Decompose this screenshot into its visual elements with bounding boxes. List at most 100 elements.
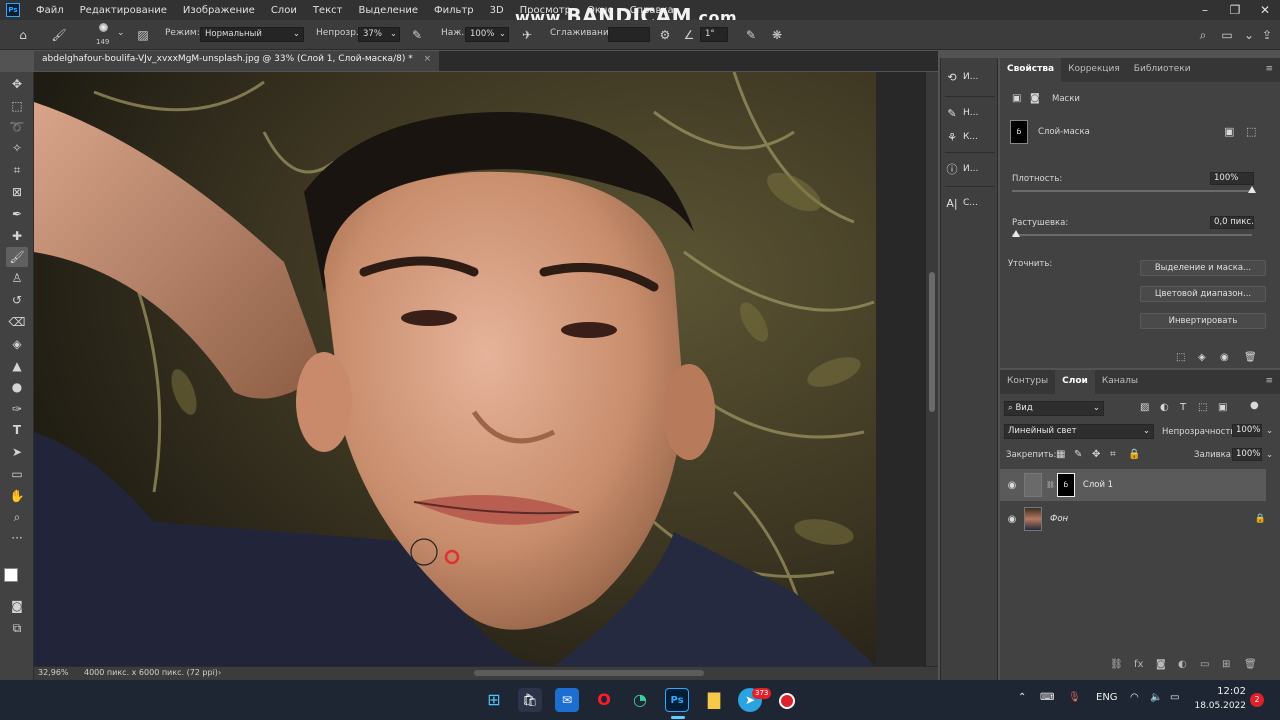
- rectangle-tool-icon[interactable]: ▭: [6, 464, 28, 484]
- layer-mask-thumbnail[interactable]: ɓ: [1056, 473, 1075, 497]
- brush-tool-icon[interactable]: 🖌: [50, 26, 68, 44]
- density-field[interactable]: 100%: [1210, 172, 1254, 185]
- angle-field[interactable]: 1°: [700, 27, 728, 42]
- vector-mask-icon[interactable]: ◙: [1030, 93, 1040, 104]
- density-slider[interactable]: [1012, 186, 1256, 193]
- menu-edit[interactable]: Редактирование: [72, 5, 175, 16]
- brush-settings-toggle-icon[interactable]: ▨: [134, 26, 152, 44]
- lock-all-icon[interactable]: 🔒: [1128, 449, 1140, 460]
- layer-thumbnail[interactable]: [1024, 473, 1042, 497]
- quick-mask-icon[interactable]: ◙: [6, 596, 28, 616]
- filter-shape-icon[interactable]: ⬚: [1198, 402, 1207, 413]
- eye-icon[interactable]: ◉: [1000, 514, 1024, 525]
- link-layers-icon[interactable]: ⛓: [1110, 659, 1123, 670]
- horizontal-scrollbar-thumb[interactable]: [474, 670, 704, 676]
- zoom-level[interactable]: 32,96%: [38, 668, 69, 677]
- move-tool-icon[interactable]: ✥: [6, 74, 28, 94]
- menu-select[interactable]: Выделение: [350, 5, 426, 16]
- opera-icon[interactable]: O: [592, 688, 616, 712]
- tab-properties[interactable]: Свойства: [1000, 58, 1062, 82]
- lasso-tool-icon[interactable]: ➰: [6, 117, 28, 137]
- hand-tool-icon[interactable]: ✋: [6, 486, 28, 506]
- lock-pixels-icon[interactable]: ✎: [1074, 449, 1082, 460]
- menu-layers[interactable]: Слои: [263, 5, 305, 16]
- crop-tool-icon[interactable]: ⌗: [6, 160, 28, 180]
- stamp-tool-icon[interactable]: ♙: [6, 268, 28, 288]
- minimize-icon[interactable]: –: [1190, 1, 1220, 19]
- home-icon[interactable]: ⌂: [14, 26, 32, 44]
- history-brush-tool-icon[interactable]: ↺: [6, 290, 28, 310]
- tab-close-icon[interactable]: ×: [424, 54, 432, 64]
- pressure-opacity-icon[interactable]: ✎: [408, 26, 426, 44]
- type-tool-icon[interactable]: T: [6, 420, 28, 440]
- eye-icon[interactable]: ◉: [1000, 480, 1024, 491]
- healing-tool-icon[interactable]: ✚: [6, 226, 28, 246]
- dodge-tool-icon[interactable]: ●: [6, 377, 28, 397]
- battery-icon[interactable]: ▭: [1170, 692, 1179, 703]
- photoshop-taskbar-icon[interactable]: Ps: [665, 688, 689, 712]
- trash-icon[interactable]: 🗑: [1244, 659, 1257, 670]
- tab-paths[interactable]: Контуры: [1000, 370, 1055, 394]
- tab-layers[interactable]: Слои: [1055, 370, 1095, 394]
- search-icon[interactable]: ⌕: [1194, 26, 1212, 44]
- filter-pixel-icon[interactable]: ▨: [1140, 402, 1149, 413]
- chevron-down-icon[interactable]: ⌄: [1240, 26, 1258, 44]
- chevron-right-icon[interactable]: ›: [218, 668, 221, 677]
- zoom-tool-icon[interactable]: ⌕: [6, 507, 28, 527]
- feather-slider[interactable]: [1012, 230, 1252, 237]
- volume-icon[interactable]: 🔈: [1150, 692, 1162, 703]
- mode-select[interactable]: Нормальный ⌄: [200, 27, 304, 42]
- layer-style-icon[interactable]: fx: [1134, 659, 1143, 670]
- keyboard-icon[interactable]: ⌨: [1040, 692, 1054, 703]
- layer-filter-select[interactable]: ⌕ Вид ⌄: [1004, 401, 1104, 416]
- chevron-down-icon[interactable]: ⌄: [1266, 426, 1273, 436]
- color-range-button[interactable]: Цветовой диапазон...: [1140, 286, 1266, 302]
- filter-adjustment-icon[interactable]: ◐: [1160, 402, 1169, 413]
- trash-icon[interactable]: 🗑: [1244, 352, 1257, 363]
- blur-tool-icon[interactable]: ▲: [6, 356, 28, 376]
- wifi-icon[interactable]: ◠: [1130, 692, 1139, 703]
- eyedropper-tool-icon[interactable]: ✒: [6, 204, 28, 224]
- brush-settings-panel-button[interactable]: ✎ Н...: [945, 102, 995, 124]
- lock-transparency-icon[interactable]: ▦: [1056, 449, 1065, 460]
- feather-field[interactable]: 0,0 пикс.: [1210, 216, 1254, 229]
- tab-libraries[interactable]: Библиотеки: [1127, 58, 1198, 82]
- lock-artboard-icon[interactable]: ⌗: [1110, 449, 1116, 460]
- frame-tool-icon[interactable]: ⊠: [6, 182, 28, 202]
- filter-smart-object-icon[interactable]: ▣: [1218, 402, 1227, 413]
- eye-icon[interactable]: ◉: [1220, 352, 1229, 363]
- microphone-icon[interactable]: 🎙: [1068, 692, 1081, 703]
- quick-select-tool-icon[interactable]: ✧: [6, 138, 28, 158]
- canvas-vertical-scrollbar[interactable]: [926, 72, 938, 666]
- menu-filter[interactable]: Фильтр: [426, 5, 482, 16]
- marquee-tool-icon[interactable]: ⬚: [6, 96, 28, 116]
- info-panel-button[interactable]: ⓘ И...: [945, 158, 995, 180]
- layer-name[interactable]: Слой 1: [1083, 480, 1113, 490]
- chevron-down-icon[interactable]: ⌄: [117, 28, 125, 38]
- vector-mask-add-icon[interactable]: ⬚: [1246, 125, 1256, 138]
- opacity-field[interactable]: 37% ⌄: [358, 27, 400, 42]
- menu-image[interactable]: Изображение: [175, 5, 263, 16]
- path-select-tool-icon[interactable]: ➤: [6, 442, 28, 462]
- layer-row-background[interactable]: ◉ Фон 🔒: [1000, 503, 1266, 535]
- panel-menu-icon[interactable]: ≡: [1258, 370, 1280, 394]
- symmetry-icon[interactable]: ❋: [768, 26, 786, 44]
- workspace-icon[interactable]: ▭: [1218, 26, 1236, 44]
- paint-bucket-tool-icon[interactable]: ◈: [6, 334, 28, 354]
- character-panel-button[interactable]: A| С...: [945, 192, 995, 214]
- history-panel-button[interactable]: ⟲ И...: [945, 66, 995, 88]
- chevron-down-icon[interactable]: ⌄: [1266, 450, 1273, 460]
- blend-mode-select[interactable]: Линейный свет ⌄: [1004, 424, 1154, 439]
- density-slider-handle[interactable]: [1248, 186, 1256, 193]
- canvas-area[interactable]: [34, 72, 938, 666]
- brush-tool-icon[interactable]: 🖌: [6, 247, 28, 267]
- language-indicator[interactable]: ENG: [1096, 692, 1118, 703]
- gear-icon[interactable]: ⚙: [656, 26, 674, 44]
- scrollbar-thumb[interactable]: [929, 272, 935, 412]
- clock-date[interactable]: 18.05.2022: [1192, 701, 1246, 711]
- filter-type-icon[interactable]: T: [1180, 402, 1186, 413]
- clone-source-panel-button[interactable]: ⚘ К...: [945, 126, 995, 148]
- invert-button[interactable]: Инвертировать: [1140, 313, 1266, 329]
- apply-mask-icon[interactable]: ▣: [1224, 125, 1234, 138]
- layer-name[interactable]: Фон: [1050, 514, 1068, 524]
